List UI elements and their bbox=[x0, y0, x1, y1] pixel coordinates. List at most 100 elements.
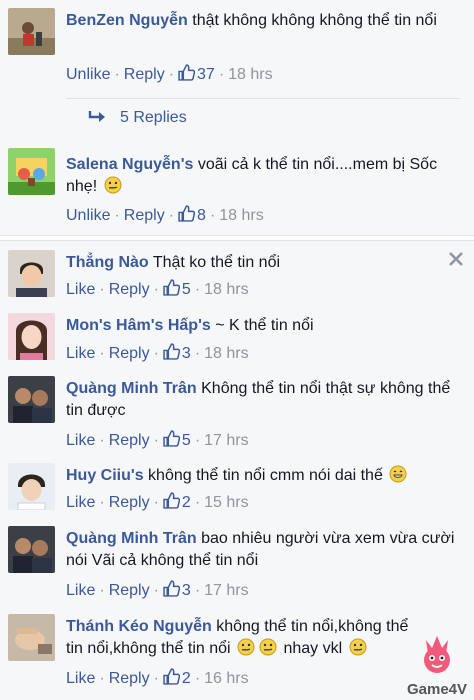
like-count[interactable]: 8 bbox=[178, 205, 206, 224]
separator-dot: · bbox=[194, 345, 201, 362]
like-count-value: 2 bbox=[181, 494, 191, 511]
comment-text: thật không không không thể tin nổi bbox=[192, 12, 437, 29]
comment-timestamp[interactable]: 17 hrs bbox=[204, 582, 248, 599]
like-link[interactable]: Like bbox=[66, 582, 95, 599]
comment-timestamp[interactable]: 16 hrs bbox=[204, 670, 248, 687]
like-count-value: 37 bbox=[197, 66, 215, 83]
separator-dot: · bbox=[153, 670, 159, 687]
comment-author[interactable]: Thẳng Nào bbox=[66, 254, 149, 271]
separator-dot: · bbox=[99, 670, 105, 687]
view-replies-row[interactable]: 5 Replies bbox=[66, 98, 460, 138]
comment-author[interactable]: Quàng Minh Trân bbox=[66, 530, 197, 547]
comment-actions: Like · Reply · 3 · 17 hrs bbox=[66, 580, 249, 601]
person-photo-avatar-icon bbox=[8, 250, 55, 297]
like-count[interactable]: 2 bbox=[163, 492, 191, 511]
comment-actions: Like · Reply · 5 · 18 hrs bbox=[66, 279, 249, 300]
avatar[interactable] bbox=[8, 148, 55, 195]
separator-dot: · bbox=[209, 207, 216, 224]
comment-body: Quàng Minh Trân Không thể tin nổi thật s… bbox=[66, 378, 462, 422]
thumbs-up-icon bbox=[163, 580, 180, 597]
separator-dot: · bbox=[153, 494, 159, 511]
avatar[interactable] bbox=[8, 313, 55, 360]
comment-timestamp[interactable]: 18 hrs bbox=[228, 66, 272, 83]
like-count-value: 5 bbox=[181, 281, 191, 298]
comment-author[interactable]: Quàng Minh Trân bbox=[66, 380, 197, 397]
separator-dot: · bbox=[168, 207, 175, 224]
comment-author[interactable]: Salena Nguyễn's bbox=[66, 156, 193, 173]
like-count[interactable]: 37 bbox=[178, 64, 215, 83]
comment-timestamp[interactable]: 18 hrs bbox=[219, 207, 263, 224]
separator-dot: · bbox=[99, 281, 105, 298]
unlike-link[interactable]: Unlike bbox=[66, 207, 110, 224]
replies-count-label[interactable]: 5 Replies bbox=[120, 109, 187, 127]
comment-text: không thể tin nổi cmm nói dai thế bbox=[148, 467, 383, 484]
like-count[interactable]: 3 bbox=[163, 580, 191, 599]
like-link[interactable]: Like bbox=[66, 494, 95, 511]
comment-body: Salena Nguyễn's voãi cả k thể tin nổi...… bbox=[66, 154, 462, 198]
group-photo-avatar-icon bbox=[8, 376, 55, 423]
comment-text: ~ K thể tin nổi bbox=[215, 317, 314, 334]
avatar[interactable] bbox=[8, 376, 55, 423]
person-photo-avatar-icon bbox=[8, 463, 55, 510]
cartoon-avatar-icon bbox=[8, 148, 55, 195]
thumbs-up-icon bbox=[163, 279, 180, 296]
like-count[interactable]: 5 bbox=[163, 430, 191, 449]
confused-emoji-icon bbox=[259, 638, 277, 656]
separator-dot: · bbox=[153, 432, 159, 449]
reply-link[interactable]: Reply bbox=[124, 66, 165, 83]
like-count-value: 8 bbox=[197, 207, 206, 224]
comment-author[interactable]: BenZen Nguyễn bbox=[66, 12, 188, 29]
hand-photo-avatar-icon bbox=[8, 614, 55, 661]
like-link[interactable]: Like bbox=[66, 432, 95, 449]
separator-dot: · bbox=[194, 670, 201, 687]
separator-dot: · bbox=[99, 345, 105, 362]
group-photo-avatar-icon bbox=[8, 526, 55, 573]
unlike-link[interactable]: Unlike bbox=[66, 66, 110, 83]
avatar[interactable] bbox=[8, 8, 55, 55]
comment-actions: Like · Reply · 5 · 17 hrs bbox=[66, 430, 249, 451]
reply-link[interactable]: Reply bbox=[109, 494, 150, 511]
reply-link[interactable]: Reply bbox=[124, 207, 165, 224]
like-count-value: 3 bbox=[181, 582, 191, 599]
thumbs-up-icon bbox=[163, 668, 180, 685]
comment-timestamp[interactable]: 15 hrs bbox=[204, 494, 248, 511]
separator-dot: · bbox=[153, 345, 159, 362]
like-count[interactable]: 3 bbox=[163, 343, 191, 362]
comment-author[interactable]: Huy Ciiu's bbox=[66, 467, 144, 484]
reply-link[interactable]: Reply bbox=[109, 670, 150, 687]
comment-body: Huy Ciiu's không thể tin nổi cmm nói dai… bbox=[66, 465, 462, 487]
reply-link[interactable]: Reply bbox=[109, 281, 150, 298]
separator-dot: · bbox=[114, 66, 120, 83]
thumbs-up-icon bbox=[178, 205, 196, 222]
like-count[interactable]: 2 bbox=[163, 668, 191, 687]
comment-timestamp[interactable]: 18 hrs bbox=[204, 345, 248, 362]
like-link[interactable]: Like bbox=[66, 670, 95, 687]
avatar[interactable] bbox=[8, 463, 55, 510]
reply-link[interactable]: Reply bbox=[109, 345, 150, 362]
avatar[interactable] bbox=[8, 250, 55, 297]
separator-dot: · bbox=[194, 582, 201, 599]
reply-link[interactable]: Reply bbox=[109, 432, 150, 449]
comment-actions: Unlike · Reply · 37 · 18 hrs bbox=[66, 64, 273, 85]
like-link[interactable]: Like bbox=[66, 281, 95, 298]
comment-timestamp[interactable]: 18 hrs bbox=[204, 281, 248, 298]
avatar[interactable] bbox=[8, 526, 55, 573]
like-count-value: 3 bbox=[181, 345, 191, 362]
comment-author[interactable]: Thánh Kéo Nguyễn bbox=[66, 618, 212, 635]
comment-timestamp[interactable]: 17 hrs bbox=[204, 432, 248, 449]
separator-dot: · bbox=[168, 66, 175, 83]
like-count-value: 5 bbox=[181, 432, 191, 449]
separator-dot: · bbox=[194, 432, 201, 449]
comment-actions: Like · Reply · 2 · 15 hrs bbox=[66, 492, 249, 513]
thumbs-up-icon bbox=[163, 343, 180, 360]
like-count[interactable]: 5 bbox=[163, 279, 191, 298]
reply-link[interactable]: Reply bbox=[109, 582, 150, 599]
comment-body: Thánh Kéo Nguyễn không thể tin nổi,không… bbox=[66, 616, 412, 660]
comment-author[interactable]: Mon's Hâm's Hấp's bbox=[66, 317, 211, 334]
comment-body: Thẳng Nào Thật ko thể tin nổi bbox=[66, 252, 462, 274]
avatar[interactable] bbox=[8, 614, 55, 661]
game4v-logo: Game4V bbox=[402, 630, 472, 698]
thumbs-up-icon bbox=[163, 430, 180, 447]
like-link[interactable]: Like bbox=[66, 345, 95, 362]
person-photo-avatar-icon bbox=[8, 313, 55, 360]
